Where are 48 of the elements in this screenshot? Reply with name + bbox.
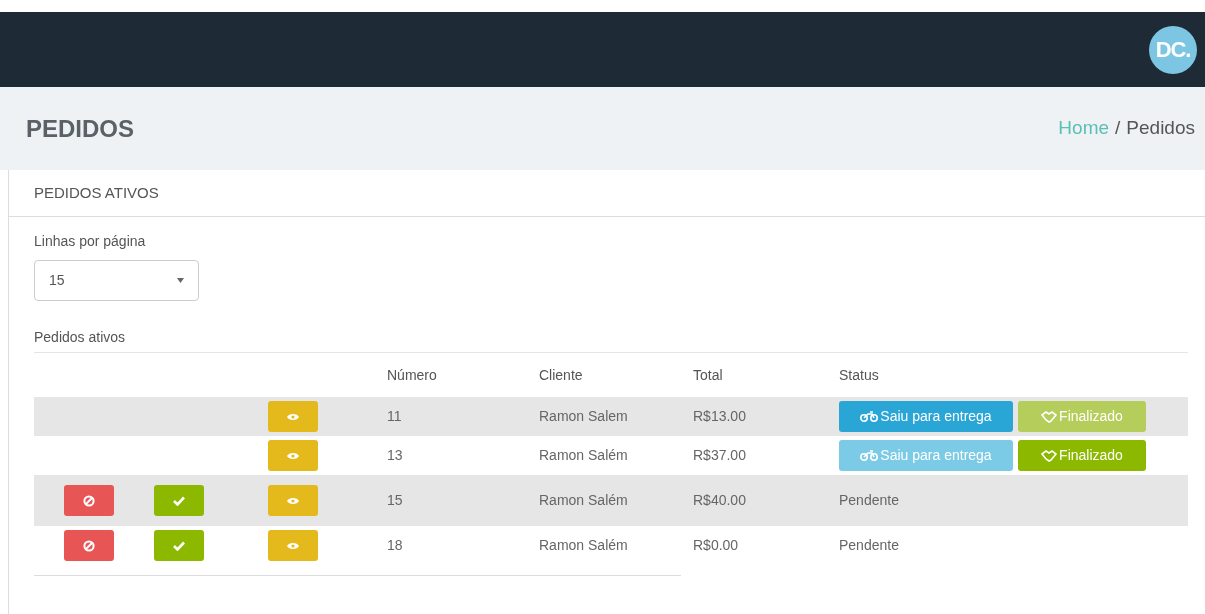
card-title: PEDIDOS ATIVOS <box>34 182 159 203</box>
column-header: Total <box>693 366 723 383</box>
rows-per-page-label: Linhas por página <box>34 232 147 251</box>
forbidden-icon <box>83 494 95 507</box>
forbidden-icon <box>83 539 95 552</box>
column-header: Cliente <box>539 366 583 383</box>
delivery-button[interactable]: Saiu para entrega <box>839 401 1013 432</box>
eye-icon <box>287 496 299 505</box>
dropdown-caret-icon <box>177 278 184 283</box>
order-number: 18 <box>387 537 403 553</box>
eye-icon <box>287 412 299 421</box>
confirm-button[interactable] <box>154 530 204 561</box>
view-button[interactable] <box>268 530 318 561</box>
order-total: R$13.00 <box>693 408 746 424</box>
motorcycle-icon <box>860 411 879 422</box>
eye-icon <box>287 451 299 460</box>
status-text: Pendente <box>839 491 899 510</box>
customer-name: Ramon Salém <box>539 447 628 463</box>
breadcrumb-link[interactable]: Home <box>1058 114 1110 143</box>
table-caption: Pedidos ativos <box>34 328 127 347</box>
order-number: 11 <box>387 408 402 424</box>
eye-icon <box>287 541 299 550</box>
motorcycle-icon <box>860 450 879 461</box>
status-text: Pendente <box>839 536 899 555</box>
view-button[interactable] <box>268 440 318 471</box>
rows-per-page-select[interactable]: 15 <box>34 260 199 301</box>
logo[interactable]: DC. <box>1149 25 1197 74</box>
customer-name: Ramon Salém <box>539 537 628 553</box>
cancel-button[interactable] <box>64 485 114 516</box>
column-header: Status <box>839 366 879 383</box>
finalized-button[interactable]: Finalizado <box>1018 440 1146 471</box>
breadcrumb-separator: / <box>1115 116 1121 141</box>
order-total: R$0.00 <box>693 537 739 553</box>
customer-name: Ramon Salém <box>539 492 628 508</box>
confirm-button[interactable] <box>154 485 204 516</box>
order-number: 15 <box>387 492 403 508</box>
view-button[interactable] <box>268 401 318 432</box>
page-title: PEDIDOS <box>26 113 135 144</box>
customer-name: Ramon Salem <box>539 408 628 424</box>
breadcrumb-current: Pedidos <box>1126 116 1195 141</box>
check-icon <box>173 540 185 551</box>
order-total: R$40.00 <box>693 492 746 508</box>
column-header: Número <box>387 366 437 383</box>
order-total: R$37.00 <box>693 447 746 463</box>
view-button[interactable] <box>268 485 318 516</box>
cancel-button[interactable] <box>64 530 114 561</box>
order-number: 13 <box>387 447 403 463</box>
check-icon <box>173 495 185 506</box>
